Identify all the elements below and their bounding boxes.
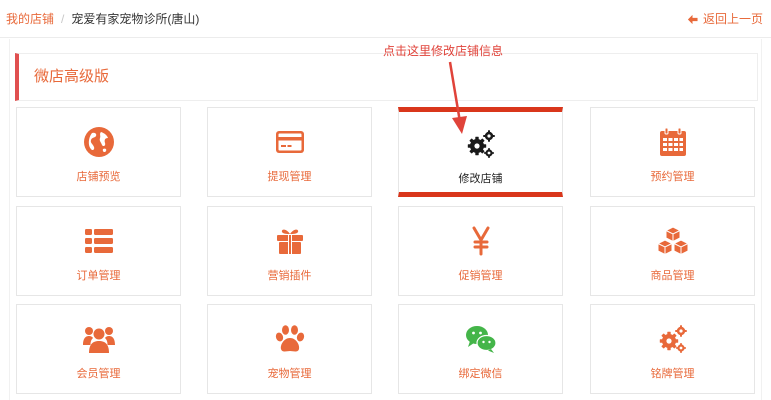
tile-bind-wechat[interactable]: 绑定微信 [398, 304, 563, 394]
users-icon [82, 327, 115, 353]
tile-nameplate-management[interactable]: 铭牌管理 [590, 304, 755, 394]
tile-label: 商品管理 [650, 270, 695, 282]
tile-pet-management[interactable]: 宠物管理 [207, 304, 372, 394]
breadcrumb-separator: / [61, 12, 65, 26]
top-bar: 我的店铺 / 宠爱有家宠物诊所(唐山) 返回上一页 [0, 0, 771, 38]
paw-icon [275, 325, 304, 352]
tile-label: 店铺预览 [76, 171, 121, 183]
annotation-text: 点击这里修改店铺信息 [383, 44, 504, 58]
tile-withdrawal-management[interactable]: 提现管理 [207, 107, 372, 197]
breadcrumb-current-store: 宠爱有家宠物诊所(唐山) [71, 12, 200, 26]
tile-label: 预约管理 [650, 171, 695, 183]
back-button[interactable]: 返回上一页 [687, 11, 763, 27]
arrow-left-icon [687, 14, 698, 24]
tile-member-management[interactable]: 会员管理 [16, 304, 181, 394]
tile-product-management[interactable]: 商品管理 [590, 206, 755, 296]
tile-edit-store[interactable]: 修改店铺 [398, 107, 563, 197]
tile-label: 修改店铺 [458, 173, 503, 185]
back-button-label: 返回上一页 [702, 12, 763, 26]
tile-label: 铭牌管理 [650, 368, 695, 380]
tile-label: 会员管理 [76, 368, 121, 380]
section-title: 微店高级版 [34, 68, 110, 85]
globe-icon [83, 127, 114, 157]
tile-label: 宠物管理 [267, 368, 312, 380]
tile-appointment-management[interactable]: 预约管理 [590, 107, 755, 197]
gift-icon [276, 229, 303, 254]
yen-icon [472, 226, 489, 256]
tile-label: 促销管理 [458, 270, 503, 282]
section-header: 微店高级版 [15, 53, 758, 101]
list-icon [84, 229, 113, 253]
tile-label: 绑定微信 [458, 368, 503, 380]
gears-icon [659, 325, 687, 353]
tile-marketing-plugins[interactable]: 营销插件 [207, 206, 372, 296]
annotation-arrow-icon [448, 61, 467, 134]
tile-store-preview[interactable]: 店铺预览 [16, 107, 181, 197]
cubes-icon [657, 226, 688, 256]
breadcrumb: 我的店铺 / 宠爱有家宠物诊所(唐山) [6, 11, 199, 27]
tile-promotion-management[interactable]: 促销管理 [398, 206, 563, 296]
tile-label: 订单管理 [76, 270, 121, 282]
main-panel: 微店高级版 店铺预览 提现管理 修改店铺 预约管理 订单管理 营销插件 促销管理… [9, 39, 762, 400]
breadcrumb-my-store-link[interactable]: 我的店铺 [6, 12, 54, 26]
tile-label: 提现管理 [267, 171, 312, 183]
tile-order-management[interactable]: 订单管理 [16, 206, 181, 296]
credit-card-icon [275, 131, 304, 153]
wechat-icon [465, 326, 497, 353]
calendar-icon [659, 127, 686, 156]
tile-label: 营销插件 [267, 270, 312, 282]
